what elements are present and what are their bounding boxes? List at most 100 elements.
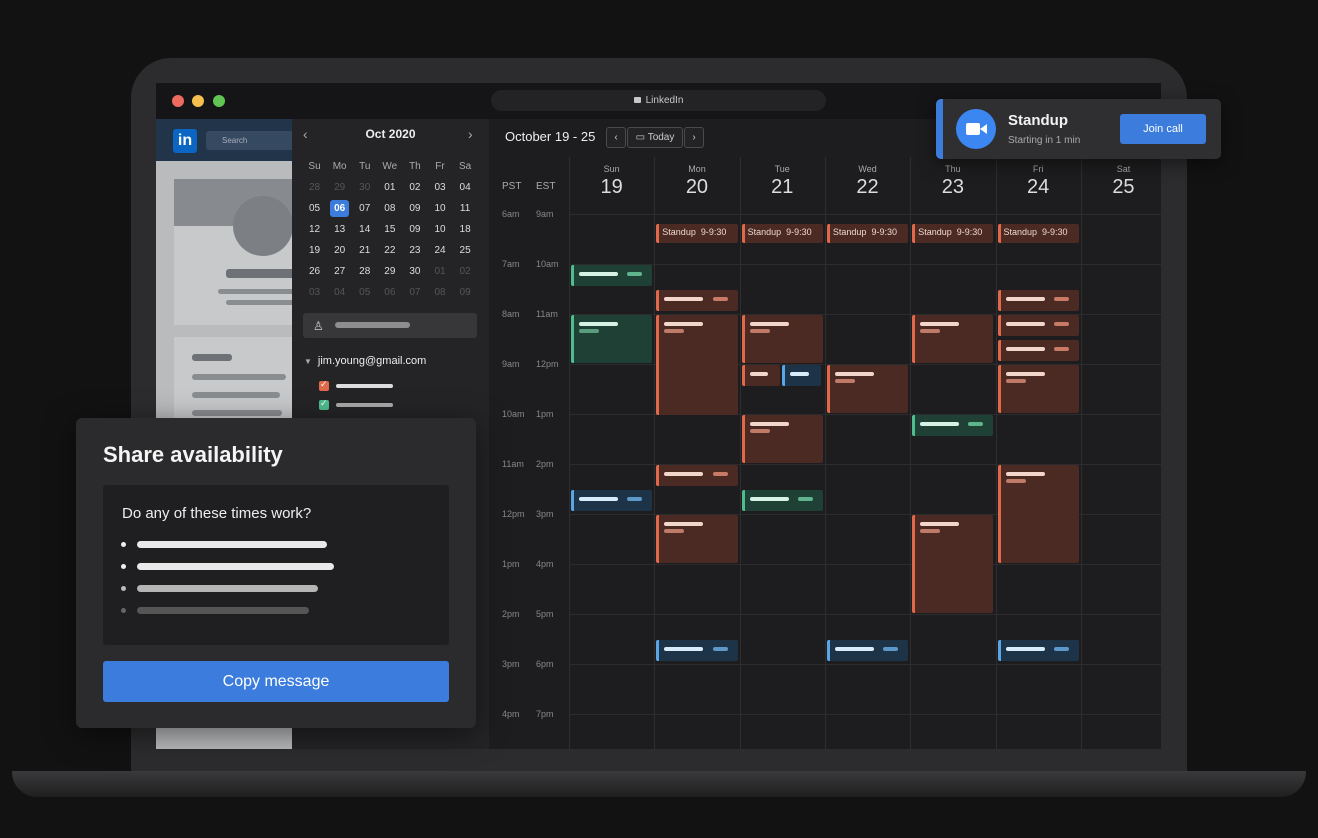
mini-calendar-day[interactable]: 02 [402,178,427,199]
mini-calendar-day[interactable]: 07 [352,199,377,220]
join-call-button[interactable]: Join call [1120,114,1206,144]
calendar-event[interactable] [571,315,653,363]
mini-calendar-day[interactable]: 29 [327,178,352,199]
calendar-event[interactable] [741,365,781,386]
calendar-event[interactable] [997,465,1079,563]
calendar-checkbox-personal[interactable] [319,398,329,410]
prev-week-button[interactable]: ‹ [606,127,626,148]
calendar-event[interactable] [656,515,738,563]
calendar-event[interactable] [912,415,994,436]
mini-calendar-day[interactable]: 20 [327,241,352,262]
linkedin-search-input[interactable]: Search [206,131,296,150]
next-week-button[interactable]: › [684,127,704,148]
calendar-event[interactable] [571,265,653,286]
time-label-pst: 9am [502,359,520,369]
mini-calendar-day[interactable]: 18 [453,220,478,241]
chevron-right-icon[interactable]: › [468,125,473,143]
mini-calendar-day[interactable]: 01 [427,262,452,283]
mini-calendar-day[interactable]: 26 [302,262,327,283]
mini-calendar-day[interactable]: 12 [302,220,327,241]
selected-day-label: 06 [330,200,350,217]
calendar-event[interactable] [826,640,909,661]
copy-message-button[interactable]: Copy message [103,661,449,702]
today-button[interactable]: ▭ Today [627,127,683,148]
mini-calendar-day[interactable]: 27 [327,262,352,283]
calendar-event[interactable] [997,290,1079,311]
calendar-event[interactable] [997,640,1079,661]
calendar-event[interactable] [741,490,823,511]
mini-calendar-day[interactable]: 30 [352,178,377,199]
calendar-event[interactable] [782,365,821,386]
calendar-event[interactable] [912,515,994,613]
calendar-event[interactable] [571,490,653,511]
day-header-mon[interactable]: Mon 20 [654,157,739,211]
mini-calendar-day[interactable]: 29 [377,262,402,283]
mini-calendar-week: 03 04 05 06 07 08 09 [302,283,482,304]
mini-calendar-day[interactable]: 08 [377,199,402,220]
calendar-event[interactable] [912,315,994,363]
standup-event[interactable]: Standup 9-9:30 [656,224,738,243]
mini-calendar-day[interactable]: 10 [427,199,452,220]
mini-calendar-day[interactable]: 06 [327,199,352,220]
calendar-event[interactable] [741,315,823,363]
mini-calendar-day[interactable]: 09 [402,220,427,241]
mini-calendar-day[interactable]: 11 [453,199,478,220]
maximize-window-button[interactable] [213,95,225,107]
mini-calendar-day[interactable]: 30 [402,262,427,283]
standup-event[interactable]: Standup 9-9:30 [912,224,994,243]
day-header-sat[interactable]: Sat 25 [1081,157,1161,211]
calendar-event[interactable] [741,415,823,463]
standup-event[interactable]: Standup 9-9:30 [826,224,909,243]
day-header-fri[interactable]: Fri 24 [996,157,1081,211]
avatar[interactable] [233,196,293,256]
mini-calendar-day[interactable]: 15 [377,220,402,241]
standup-event[interactable]: Standup 9-9:30 [741,224,823,243]
calendar-event[interactable] [656,315,738,415]
mini-calendar-day[interactable]: 09 [453,283,478,304]
mini-calendar-day[interactable]: 09 [402,199,427,220]
mini-calendar-day[interactable]: 28 [302,178,327,199]
mini-calendar-day[interactable]: 05 [352,283,377,304]
calendar-event[interactable] [656,290,738,311]
minimize-window-button[interactable] [192,95,204,107]
calendar-event[interactable] [997,315,1079,336]
mini-calendar-day[interactable]: 03 [427,178,452,199]
mini-calendar-day[interactable]: 13 [327,220,352,241]
standup-event[interactable]: Standup 9-9:30 [997,224,1079,243]
mini-calendar-day[interactable]: 24 [427,241,452,262]
mini-calendar-day[interactable]: 14 [352,220,377,241]
weekday-label: Tu [359,161,371,172]
calendar-event[interactable] [997,365,1079,413]
calendar-event[interactable] [656,465,738,486]
mini-calendar-day[interactable]: 25 [453,241,478,262]
calendar-checkbox-work[interactable] [319,379,329,391]
mini-calendar-day[interactable]: 07 [402,283,427,304]
event-detail-placeholder [664,329,685,333]
mini-calendar-day[interactable]: 01 [377,178,402,199]
day-header-tue[interactable]: Tue 21 [740,157,825,211]
mini-calendar-day[interactable]: 03 [302,283,327,304]
mini-calendar-day[interactable]: 08 [427,283,452,304]
linkedin-logo[interactable]: in [173,129,197,153]
day-header-thu[interactable]: Thu 23 [910,157,995,211]
mini-calendar-day[interactable]: 04 [453,178,478,199]
close-window-button[interactable] [172,95,184,107]
day-header-sun[interactable]: Sun 19 [569,157,654,211]
mini-calendar-day[interactable]: 06 [377,283,402,304]
calendar-event[interactable] [826,365,909,413]
mini-calendar-day[interactable]: 02 [453,262,478,283]
mini-calendar-day[interactable]: 21 [352,241,377,262]
address-bar[interactable]: LinkedIn [491,90,826,111]
mini-calendar-day[interactable]: 05 [302,199,327,220]
mini-calendar-day[interactable]: 28 [352,262,377,283]
mini-calendar-day[interactable]: 19 [302,241,327,262]
mini-calendar-day[interactable]: 10 [427,220,452,241]
people-search-input[interactable]: ♙ [303,313,477,338]
calendar-event[interactable] [656,640,738,661]
day-header-wed[interactable]: Wed 22 [825,157,910,211]
mini-calendar-day[interactable]: 23 [402,241,427,262]
mini-calendar-day[interactable]: 22 [377,241,402,262]
calendar-account[interactable]: ▼ jim.young@gmail.com [304,355,426,367]
calendar-event[interactable] [997,340,1079,361]
mini-calendar-day[interactable]: 04 [327,283,352,304]
